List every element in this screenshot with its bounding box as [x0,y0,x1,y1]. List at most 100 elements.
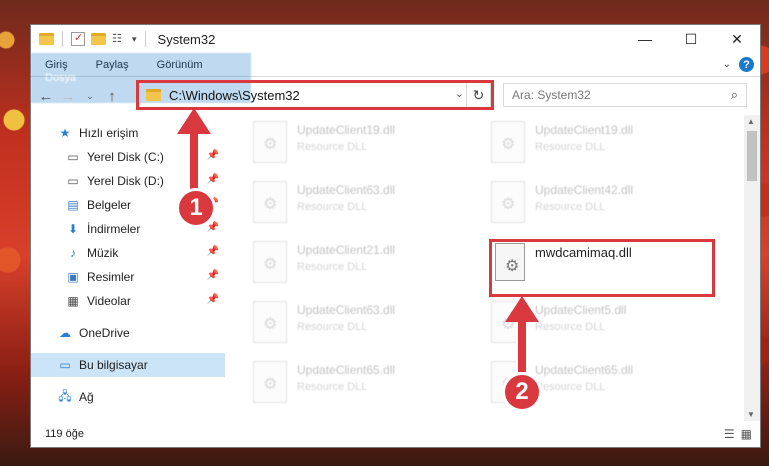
file-description: Resource DLL [535,381,606,393]
back-arrow-icon[interactable]: ← [35,88,57,105]
downloads-icon: ⬇ [67,222,79,236]
expand-ribbon-icon[interactable]: ⌄ [723,59,731,70]
file-name: UpdateClient19.dll [535,123,634,137]
dll-file-icon [491,181,525,223]
step-badge-1: 1 [176,188,216,228]
sidebar-item-label: Videolar [87,294,131,308]
dll-file-icon [491,121,525,163]
sidebar-item-music[interactable]: ♪ Müzik 📌 [31,241,225,265]
file-item[interactable]: UpdateClient63.dll Resource DLL [253,181,473,231]
arrow-head-2 [505,296,539,322]
annotation-arrow-1 [188,130,200,192]
sidebar-item-onedrive[interactable]: ☁ OneDrive [31,321,225,345]
sidebar-item-label: Bu bilgisayar [79,358,148,372]
pin-icon[interactable]: 📌 [207,150,219,161]
dll-file-icon [253,121,287,163]
network-icon: 🖧 [58,388,72,403]
drive-icon: ▭ [67,174,79,188]
search-input[interactable]: Ara: System32 ⌕ [503,83,747,107]
file-item[interactable]: UpdateClient19.dll Resource DLL [253,121,473,171]
file-description: Resource DLL [535,201,606,213]
dll-file-icon [253,181,287,223]
file-name: UpdateClient65.dll [297,363,396,377]
up-arrow-icon[interactable]: ↑ [101,88,123,105]
file-item[interactable]: UpdateClient42.dll Resource DLL [491,181,711,231]
file-description: Resource DLL [297,261,368,273]
file-item[interactable]: UpdateClient65.dll Resource DLL [253,361,473,411]
drive-icon: ▭ [67,150,79,164]
scroll-up-icon[interactable]: ▲ [747,117,755,126]
help-icon[interactable]: ? [739,57,754,72]
ribbon-tabs: Dosya Giriş Paylaş Görünüm ⌄ ? [31,53,760,103]
recent-locations-icon[interactable]: ⌄ [79,91,101,102]
maximize-button[interactable]: ☐ [668,25,714,53]
pictures-icon: ▣ [67,270,79,284]
pin-icon[interactable]: 📌 [207,294,219,305]
pin-icon[interactable]: 📌 [207,246,219,257]
music-icon: ♪ [70,246,76,260]
navigation-bar: ← → ⌄ ↑ C:\Windows\System32 ⌄ ↻ Ara: Sys… [31,77,760,115]
minimize-button[interactable]: — [622,25,668,53]
sidebar-item-label: Resimler [87,270,135,284]
sidebar-item-videos[interactable]: ▦ Videolar 📌 [31,289,225,313]
new-folder-icon[interactable] [91,33,106,45]
videos-icon: ▦ [67,294,79,308]
search-icon[interactable]: ⌕ [731,87,738,103]
dll-file-icon [253,361,287,403]
file-item[interactable]: UpdateClient19.dll Resource DLL [491,121,711,171]
sidebar-item-label: İndirmeler [87,222,141,236]
divider [144,31,146,47]
cloud-icon: ☁ [59,326,71,340]
customize-toolbar-icon[interactable]: ▾ [132,34,137,45]
pin-icon[interactable]: 📌 [207,174,219,185]
address-highlight-box [136,80,494,110]
properties-icon[interactable]: ✓ [71,32,85,46]
view-options-icon[interactable]: ☷ [112,32,126,46]
window-title: System32 [157,31,216,47]
file-item[interactable]: UpdateClient21.dll Resource DLL [253,241,473,291]
sidebar-item-label: Ağ [79,390,94,404]
computer-icon: ▭ [59,358,71,372]
file-description: Resource DLL [297,201,368,213]
forward-arrow-icon[interactable]: → [57,88,79,105]
file-name: UpdateClient19.dll [297,123,396,137]
sidebar-item-network[interactable]: 🖧 Ağ [31,385,225,409]
file-name: UpdateClient65.dll [535,363,634,377]
documents-icon: ▤ [67,198,79,212]
file-description: Resource DLL [535,141,606,153]
large-icons-view-icon[interactable]: ▦ [741,427,752,441]
arrow-head-1 [177,108,211,134]
scroll-down-icon[interactable]: ▼ [747,410,755,419]
file-description: Resource DLL [297,141,368,153]
explorer-window: ✓ ☷ ▾ System32 — ☐ ✕ Dosya Giriş Paylaş … [30,24,761,448]
sidebar-item-label: OneDrive [79,326,130,340]
dll-file-icon [253,301,287,343]
file-name: UpdateClient21.dll [297,243,396,257]
divider [62,31,63,47]
file-description: Resource DLL [297,321,368,333]
search-placeholder: Ara: System32 [512,88,591,102]
close-button[interactable]: ✕ [714,25,760,53]
file-name: UpdateClient63.dll [297,183,396,197]
file-description: Resource DLL [535,321,606,333]
sidebar-item-this-pc[interactable]: ▭ Bu bilgisayar [31,353,225,377]
sidebar-item-label: Yerel Disk (D:) [87,174,164,188]
annotation-arrow-2 [516,318,528,374]
folder-icon [39,33,54,45]
sidebar-item-pictures[interactable]: ▣ Resimler 📌 [31,265,225,289]
item-count: 119 öğe [45,428,84,440]
file-highlight-box [489,239,715,297]
step-badge-2: 2 [502,372,542,412]
pin-icon[interactable]: 📌 [207,270,219,281]
file-item[interactable]: UpdateClient63.dll Resource DLL [253,301,473,351]
sidebar-item-label: Müzik [87,246,119,260]
sidebar-item-label: Hızlı erişim [79,126,139,140]
status-bar: 119 öğe ☰ ▦ [31,421,760,447]
details-view-icon[interactable]: ☰ [724,427,735,441]
vertical-scrollbar[interactable]: ▲ ▼ [744,115,760,421]
sidebar-item-label: Belgeler [87,198,132,212]
title-bar: ✓ ☷ ▾ System32 — ☐ ✕ [31,25,760,53]
star-icon: ★ [59,126,71,140]
scrollbar-thumb[interactable] [747,131,757,181]
file-list: UpdateClient19.dll Resource DLL UpdateCli… [225,115,760,421]
